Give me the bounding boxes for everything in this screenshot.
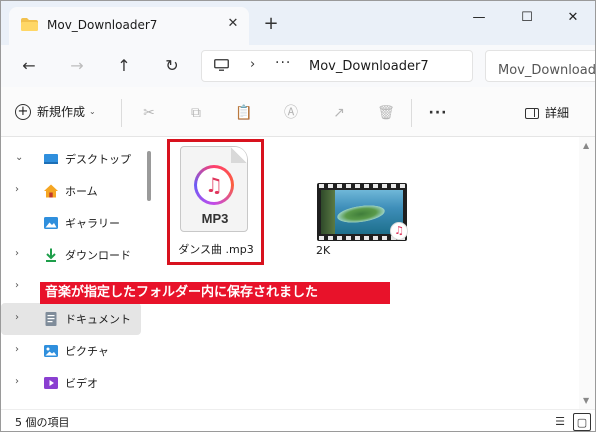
scroll-down-icon[interactable]: ▼: [583, 396, 589, 405]
command-bar: + 新規作成 ⌄ ✂ ⧉ 📋 Ⓐ ↗ 🗑 ··· 詳細: [1, 87, 595, 137]
desktop-icon: [44, 154, 58, 164]
divider: [411, 99, 412, 127]
chevron-right-icon[interactable]: ›: [15, 312, 19, 323]
details-pane-button[interactable]: 詳細: [525, 104, 569, 121]
sidebar-item-label: ピクチャ: [65, 345, 109, 358]
annotation-banner: 音楽が指定したフォルダー内に保存されました: [40, 282, 390, 304]
new-tab-button[interactable]: +: [259, 13, 283, 37]
sidebar-item-gallery[interactable]: ギャラリー: [1, 207, 141, 239]
sidebar-item-downloads[interactable]: › ダウンロード: [1, 239, 141, 271]
download-icon: [46, 248, 56, 262]
chevron-right-icon[interactable]: ›: [15, 280, 19, 291]
status-bar: 5 個の項目 ☰ ▢: [1, 409, 595, 431]
file-name[interactable]: ダンス曲 .mp3: [169, 241, 263, 257]
content-scrollbar[interactable]: ▲ ▼: [579, 137, 595, 409]
sidebar-item-label: ホーム: [65, 185, 98, 198]
chevron-right-icon[interactable]: ›: [15, 248, 19, 259]
sidebar-item-label: ビデオ: [65, 377, 98, 390]
new-button-label: 新規作成: [37, 105, 86, 119]
up-button[interactable]: ↑: [110, 53, 138, 79]
paste-icon[interactable]: 📋: [234, 103, 254, 123]
divider: [121, 99, 122, 127]
address-bar[interactable]: › ··· Mov_Downloader7: [201, 50, 473, 82]
file-name[interactable]: 2K: [316, 244, 330, 257]
sidebar-item-home[interactable]: › ホーム: [1, 175, 141, 207]
sidebar-item-videos[interactable]: › ビデオ: [1, 367, 141, 399]
breadcrumb-chevron-icon[interactable]: ›: [250, 57, 255, 72]
sidebar-scrollbar[interactable]: [147, 151, 151, 201]
tiles-view-icon[interactable]: ▢: [573, 413, 591, 431]
details-label: 詳細: [545, 106, 570, 120]
tab-title: Mov_Downloader7: [47, 18, 158, 32]
explorer-window: Mov_Downloader7 ✕ + — ☐ ✕ ← → ↑ ↻ › ··· …: [0, 0, 596, 432]
sidebar-item-label: ギャラリー: [65, 217, 120, 230]
refresh-button[interactable]: ↻: [158, 53, 186, 79]
forward-button[interactable]: →: [63, 53, 91, 79]
delete-icon[interactable]: 🗑: [376, 103, 396, 123]
chevron-right-icon[interactable]: ›: [15, 184, 19, 195]
file-type-label: MP3: [201, 211, 229, 226]
chevron-right-icon[interactable]: ›: [15, 376, 19, 387]
tab-mov-downloader7[interactable]: Mov_Downloader7 ✕: [9, 7, 249, 45]
chevron-down-icon: ⌄: [89, 107, 96, 116]
music-note-icon: ♫: [194, 165, 234, 205]
file-item-mp3[interactable]: ♫ MP3: [180, 146, 248, 232]
pictures-icon: [44, 345, 58, 357]
mp3-file-icon: ♫ MP3: [180, 146, 248, 232]
title-bar: Mov_Downloader7 ✕ + — ☐ ✕: [1, 1, 595, 45]
search-placeholder: Mov_Downloader7の検索: [498, 63, 596, 78]
close-icon[interactable]: ✕: [223, 14, 243, 34]
breadcrumb-more-button[interactable]: ···: [275, 55, 291, 71]
computer-icon: [214, 59, 229, 71]
address-row: ← → ↑ ↻ › ··· Mov_Downloader7 Mov_Downlo…: [1, 45, 596, 87]
sidebar-item-label: デスクトップ: [65, 153, 131, 166]
see-more-button[interactable]: ···: [428, 103, 448, 123]
sidebar-item-label: ダウンロード: [65, 249, 131, 262]
share-icon[interactable]: ↗: [329, 103, 349, 123]
back-button[interactable]: ←: [15, 53, 43, 79]
chevron-down-icon[interactable]: ⌄: [15, 152, 23, 163]
home-icon: [44, 184, 58, 198]
details-view-icon[interactable]: ☰: [551, 413, 569, 431]
add-circle-icon: +: [15, 103, 31, 120]
minimize-button[interactable]: —: [457, 5, 501, 31]
sidebar-item-pictures[interactable]: › ピクチャ: [1, 335, 141, 367]
new-button[interactable]: + 新規作成 ⌄: [15, 103, 96, 123]
item-count: 5 個の項目: [15, 416, 70, 429]
breadcrumb-current[interactable]: Mov_Downloader7: [309, 59, 429, 74]
search-input[interactable]: Mov_Downloader7の検索: [485, 50, 596, 82]
details-pane-icon: [525, 108, 539, 119]
sidebar-item-documents[interactable]: › ドキュメント: [1, 303, 141, 335]
gallery-icon: [44, 217, 58, 229]
folder-icon: [21, 18, 38, 31]
chevron-right-icon[interactable]: ›: [15, 344, 19, 355]
scroll-up-icon[interactable]: ▲: [583, 141, 589, 150]
close-window-button[interactable]: ✕: [551, 5, 595, 31]
sidebar-item-desktop[interactable]: ⌄ デスクトップ: [1, 143, 141, 175]
music-app-badge-icon: ♫: [390, 222, 408, 240]
videos-icon: [44, 377, 58, 389]
rename-icon[interactable]: Ⓐ: [281, 103, 301, 123]
navigation-pane: ⌄ デスクトップ › ホーム ギャラリー › ダウンロード › › ドキュメント…: [1, 137, 144, 409]
copy-icon[interactable]: ⧉: [186, 103, 206, 123]
cut-icon[interactable]: ✂: [139, 103, 159, 123]
sidebar-item-label: ドキュメント: [65, 313, 131, 326]
documents-icon: [45, 312, 57, 326]
maximize-button[interactable]: ☐: [505, 5, 549, 31]
